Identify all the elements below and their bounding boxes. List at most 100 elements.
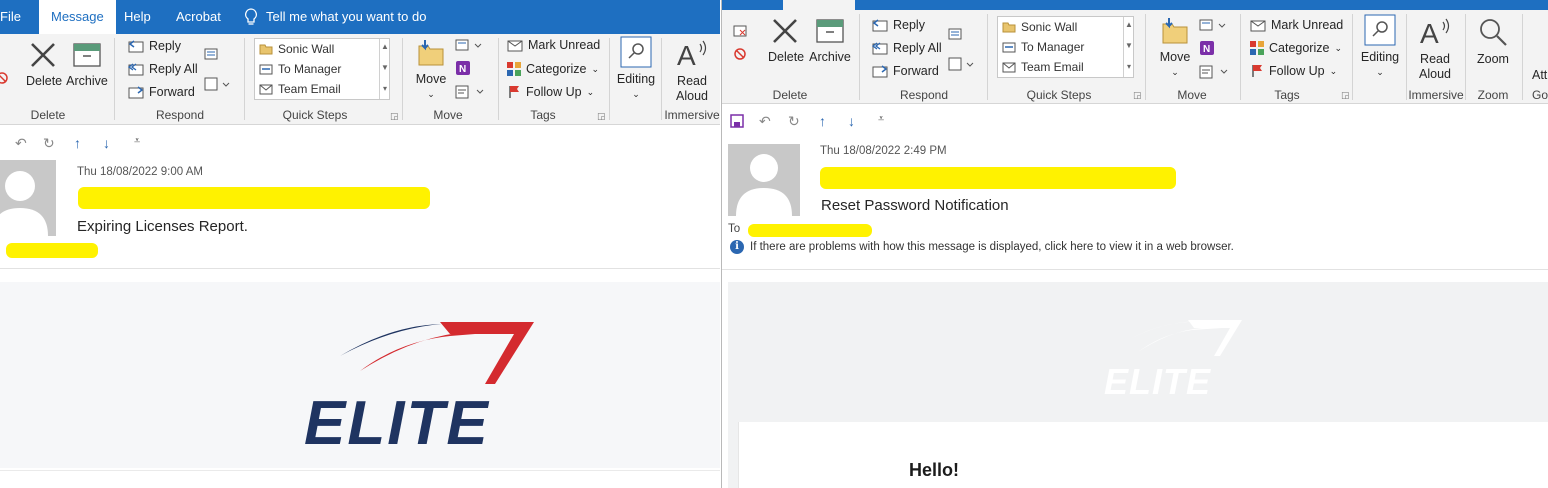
reply-all-button[interactable]: Reply All [128,62,198,76]
move-button[interactable]: Move ⌄ [410,38,452,102]
tab-message-partial[interactable] [783,0,855,10]
quick-step-sonic-wall[interactable]: Sonic Wall [1002,20,1077,34]
undo-icon[interactable]: ↶ [15,135,27,152]
chevron-down-icon: ⌄ [632,89,640,99]
onenote-icon[interactable]: N [455,60,471,76]
reply-icon [872,19,888,32]
read-aloud-button[interactable]: A Read Aloud [1412,16,1458,82]
scroll-up-icon[interactable]: ▲ [381,43,389,51]
quick-steps-scrollbar[interactable]: ▲ ▼ ▾ [1123,17,1133,77]
move-button[interactable]: Move ⌄ [1154,16,1196,80]
categorize-button[interactable]: Categorize ⌄ [1250,41,1342,55]
rules-icon[interactable] [455,38,483,54]
delete-button[interactable]: Delete [26,40,63,89]
logo-wordmark: ELITE [304,389,490,448]
follow-up-button[interactable]: Follow Up ⌄ [507,85,594,99]
delete-button[interactable]: Delete [768,16,804,65]
quick-step-team-email[interactable]: Team Email [1002,60,1084,74]
delete-label: Delete [26,74,63,88]
next-item-icon[interactable]: ↓ [103,135,110,151]
read-aloud-label-2: Aloud [676,89,708,103]
tab-help[interactable]: Help [124,0,151,34]
scroll-down-icon[interactable]: ▼ [381,64,389,72]
quick-step-to-manager[interactable]: To Manager [259,62,341,76]
quick-steps-gallery[interactable]: Sonic Wall To Manager Team Email ▲ ▼ ▾ [254,38,390,100]
next-item-icon[interactable]: ↓ [848,113,855,129]
actions-icon[interactable] [455,84,487,100]
more-respond-icon[interactable] [204,76,230,92]
undo-icon[interactable]: ↶ [759,113,771,130]
attachment-button-partial[interactable]: Att [1532,68,1547,83]
quick-steps-gallery[interactable]: Sonic Wall To Manager Team Email ▲ ▼ ▾ [997,16,1134,78]
dialog-launcher-icon[interactable]: ◲ [1133,90,1142,101]
archive-box-icon [816,19,844,43]
scroll-down-icon[interactable]: ▼ [1125,42,1133,50]
quick-step-sonic-wall[interactable]: Sonic Wall [259,42,334,56]
read-aloud-icon: A [677,40,707,71]
customize-toolbar-icon[interactable]: ⩡ [878,113,884,126]
save-icon[interactable] [730,114,744,128]
previous-item-icon[interactable]: ↑ [74,135,81,151]
group-tags-label: Tags [530,108,556,122]
archive-button[interactable]: Archive [66,40,108,89]
chevron-down-icon: ⌄ [1376,67,1384,77]
dialog-launcher-icon[interactable]: ◲ [597,111,606,122]
forward-button[interactable]: Forward [872,64,939,78]
dialog-launcher-icon[interactable]: ◲ [390,111,399,122]
mark-unread-button[interactable]: Mark Unread [1250,18,1343,32]
ignore-icon[interactable] [732,24,754,64]
read-aloud-icon: A [1420,18,1450,49]
separator [244,38,245,120]
onenote-icon[interactable]: N [1199,40,1215,56]
zoom-button[interactable]: Zoom [1472,16,1514,67]
previous-item-icon[interactable]: ↑ [819,113,826,129]
separator [114,38,115,120]
quick-step-team-email[interactable]: Team Email [259,82,341,96]
message-subject: Expiring Licenses Report. [77,218,248,235]
tab-file[interactable]: File [0,0,21,34]
reply-button[interactable]: Reply [128,39,181,53]
reply-button[interactable]: Reply [872,18,925,32]
expand-gallery-icon[interactable]: ▾ [381,85,389,93]
editing-button[interactable]: Editing ⌄ [616,36,656,102]
tab-message[interactable]: Message [39,0,116,34]
group-immersive-label: Immersive [1408,88,1464,102]
move-folder-icon [1162,18,1188,44]
separator [1406,14,1407,100]
tab-acrobat[interactable]: Acrobat [176,0,221,34]
save-icon[interactable]: ▏ [0,135,9,152]
more-respond-icon[interactable] [948,56,974,72]
rules-icon[interactable] [1199,18,1227,34]
actions-icon[interactable] [1199,64,1231,80]
meeting-icon[interactable] [204,46,220,62]
read-aloud-button[interactable]: A Read Aloud [670,38,714,104]
ignore-icon[interactable] [0,52,14,88]
reply-all-button[interactable]: Reply All [872,41,942,55]
quick-step-to-manager[interactable]: To Manager [1002,40,1084,54]
delete-x-icon [773,19,797,43]
customize-toolbar-icon[interactable]: ⩡ [134,135,140,148]
editing-button[interactable]: Editing ⌄ [1360,14,1400,80]
info-bar[interactable]: i If there are problems with how this me… [730,240,1234,254]
reply-all-icon [128,63,144,76]
read-aloud-label-1: Read [677,74,707,88]
follow-up-button[interactable]: Follow Up ⌄ [1250,64,1337,78]
mark-unread-button[interactable]: Mark Unread [507,38,600,52]
expand-gallery-icon[interactable]: ▾ [1125,63,1133,71]
redacted-sender [820,167,1176,189]
redo-icon[interactable]: ↻ [43,135,55,152]
forward-button[interactable]: Forward [128,85,195,99]
dialog-launcher-icon[interactable]: ◲ [1341,90,1350,101]
quick-steps-scrollbar[interactable]: ▲ ▼ ▾ [379,39,389,99]
scroll-up-icon[interactable]: ▲ [1125,21,1133,29]
tell-me-search[interactable]: Tell me what you want to do [244,0,426,34]
archive-button[interactable]: Archive [808,16,852,65]
email-banner: ELITE [728,282,1548,422]
folder-icon [259,44,273,55]
redo-icon[interactable]: ↻ [788,113,800,130]
categorize-button[interactable]: Categorize ⌄ [507,62,599,76]
svg-text:A: A [677,40,696,70]
forward-icon [128,86,144,99]
separator [1145,14,1146,100]
meeting-icon[interactable] [948,26,964,42]
